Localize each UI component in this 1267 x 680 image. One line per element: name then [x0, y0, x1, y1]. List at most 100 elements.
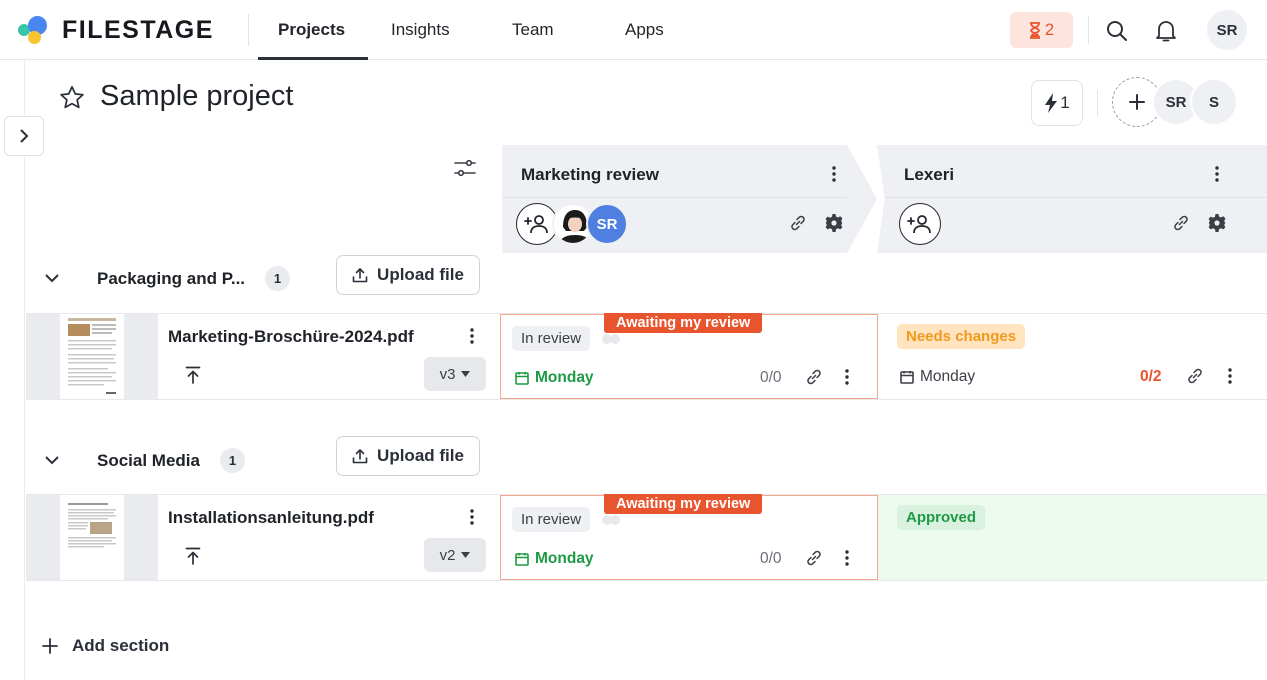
filestage-logo[interactable]: FILESTAGE [18, 14, 214, 46]
reviewer-avatar[interactable]: SR [586, 203, 628, 245]
chevron-down-icon [45, 274, 59, 283]
section-name[interactable]: Social Media [97, 451, 200, 471]
user-avatar[interactable]: SR [1207, 10, 1247, 50]
section-count: 1 [219, 448, 245, 473]
cell-menu-button[interactable] [837, 365, 857, 389]
file-menu-button[interactable] [462, 505, 482, 529]
caret-down-icon [461, 371, 471, 377]
upload-new-version-button[interactable] [182, 545, 204, 567]
file-row[interactable]: Marketing-Broschüre-2024.pdf v3 Awaiting… [26, 313, 1267, 400]
filter-settings-icon [454, 159, 476, 177]
add-section-button[interactable]: Add section [42, 636, 169, 656]
step-title: Marketing review [521, 165, 659, 184]
chevron-right-icon [20, 129, 29, 143]
link-icon [791, 215, 805, 231]
review-cell-marketing[interactable]: Awaiting my review In review Monday 0/0 [500, 313, 878, 399]
version-label: v2 [439, 546, 456, 564]
review-cell-lexeri[interactable]: Needs changes Monday 0/2 [878, 314, 1267, 399]
upload-file-label: Upload file [377, 446, 464, 465]
file-thumbnail[interactable] [60, 314, 124, 399]
more-vertical-icon [845, 369, 849, 385]
share-link-button[interactable] [1183, 364, 1207, 388]
share-link-button[interactable] [786, 211, 810, 235]
comment-ratio: 0/0 [760, 369, 782, 386]
add-user-icon [907, 215, 931, 234]
review-cell-lexeri[interactable]: Approved [878, 495, 1267, 580]
tab-apps[interactable]: Apps [625, 0, 664, 60]
more-vertical-icon [845, 550, 849, 566]
page-title: Sample project [100, 80, 294, 112]
upload-icon [352, 268, 368, 283]
step-menu-button[interactable] [824, 161, 844, 187]
cell-menu-button[interactable] [1220, 364, 1240, 388]
file-row[interactable]: Installationsanleitung.pdf v2 Awaiting m… [26, 494, 1267, 581]
search-icon [1107, 21, 1127, 41]
plus-icon [1129, 94, 1145, 110]
add-reviewer-button[interactable] [899, 203, 941, 245]
file-thumbnail[interactable] [60, 495, 124, 580]
file-name[interactable]: Installationsanleitung.pdf [168, 508, 374, 528]
share-link-button[interactable] [802, 546, 826, 570]
notifications-button[interactable] [1152, 16, 1180, 46]
file-name[interactable]: Marketing-Broschüre-2024.pdf [168, 327, 414, 347]
due-date[interactable]: Monday [900, 368, 975, 386]
member-avatar[interactable]: S [1190, 78, 1238, 126]
upload-file-button[interactable]: Upload file [336, 436, 480, 476]
chevron-down-icon [45, 456, 59, 465]
link-icon [1174, 215, 1188, 231]
section-header: Packaging and P... 1 [40, 266, 291, 291]
version-select[interactable]: v3 [424, 357, 486, 391]
more-vertical-icon [470, 328, 474, 344]
due-date[interactable]: Monday [515, 550, 594, 568]
star-icon [60, 86, 84, 109]
review-cell-marketing[interactable]: Awaiting my review In review Monday 0/0 [500, 494, 878, 580]
pending-reviews-button[interactable]: 2 [1010, 12, 1073, 48]
top-bar: FILESTAGE Projects Insights Team Apps 2 … [0, 0, 1267, 60]
upload-file-label: Upload file [377, 265, 464, 284]
comment-ratio: 0/0 [760, 550, 782, 567]
cell-menu-button[interactable] [837, 546, 857, 570]
thumbnail-column [26, 495, 158, 580]
favorite-button[interactable] [58, 84, 86, 117]
comment-ratio: 0/2 [1140, 368, 1162, 385]
due-date-label: Monday [535, 369, 594, 386]
due-date-label: Monday [535, 550, 594, 567]
link-icon [1188, 368, 1202, 384]
version-select[interactable]: v2 [424, 538, 486, 572]
tab-insights[interactable]: Insights [391, 0, 450, 60]
share-link-button[interactable] [802, 365, 826, 389]
collapse-section-button[interactable] [40, 267, 64, 291]
section-name[interactable]: Packaging and P... [97, 269, 245, 289]
section-header: Social Media 1 [40, 448, 245, 473]
divider [1088, 16, 1089, 44]
thumbnail-column [26, 314, 158, 399]
upload-icon [352, 449, 368, 464]
upload-file-button[interactable]: Upload file [336, 255, 480, 295]
more-vertical-icon [1215, 166, 1219, 182]
step-menu-button[interactable] [1207, 161, 1227, 187]
step-header-marketing-review: Marketing review SR [502, 145, 877, 253]
tab-team[interactable]: Team [512, 0, 554, 60]
status-dots [602, 515, 622, 525]
file-menu-button[interactable] [462, 324, 482, 348]
divider [502, 197, 847, 198]
collapse-section-button[interactable] [40, 449, 64, 473]
step-settings-button[interactable] [822, 211, 846, 235]
share-link-button[interactable] [1169, 211, 1193, 235]
sidebar-toggle-button[interactable] [4, 116, 44, 156]
more-vertical-icon [832, 166, 836, 182]
automations-button[interactable]: 1 [1031, 80, 1083, 126]
upload-new-version-button[interactable] [182, 364, 204, 386]
awaiting-review-badge: Awaiting my review [604, 313, 763, 333]
more-vertical-icon [470, 509, 474, 525]
search-button[interactable] [1103, 17, 1131, 45]
gear-icon [1208, 214, 1226, 232]
logo-wordmark: FILESTAGE [62, 15, 214, 44]
tab-projects[interactable]: Projects [257, 0, 369, 60]
view-settings-button[interactable] [452, 155, 478, 181]
step-settings-button[interactable] [1205, 211, 1229, 235]
due-date[interactable]: Monday [515, 369, 594, 387]
document-preview [68, 318, 116, 394]
upload-version-icon [185, 366, 201, 384]
status-badge: In review [512, 326, 591, 351]
